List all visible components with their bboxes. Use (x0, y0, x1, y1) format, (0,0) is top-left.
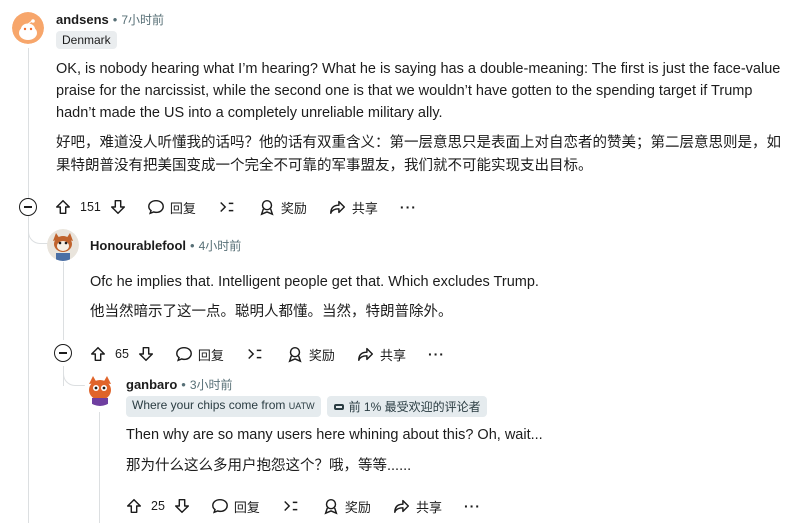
reply-button[interactable]: 回复 (211, 497, 260, 516)
reply-button[interactable]: 回复 (147, 198, 196, 217)
timestamp: 7小时前 (121, 13, 164, 27)
collapse-icon[interactable] (19, 198, 37, 216)
vote-count: 25 (151, 499, 165, 513)
avatar[interactable] (84, 374, 116, 406)
share-icon (329, 200, 345, 215)
share-button[interactable]: 共享 (329, 198, 378, 217)
share-link-button[interactable] (218, 198, 236, 216)
thread-line (99, 412, 100, 523)
thread-curve (63, 366, 85, 386)
share-button[interactable]: 共享 (393, 497, 442, 516)
more-options-button[interactable]: ··· (428, 346, 445, 362)
timestamp: 4小时前 (198, 239, 242, 253)
flair-tag: UATW (288, 401, 315, 411)
comment-text-zh: 他当然暗示了这一点。聪明人都懂。当然，特朗普除外。 (90, 304, 453, 320)
avatar[interactable] (12, 12, 44, 44)
commenter-badge-icon (333, 403, 344, 410)
top-commenter-badge: 前 1% 最受欢迎的评论者 (326, 396, 487, 417)
reply-icon (175, 346, 192, 362)
upvote-icon[interactable] (54, 198, 72, 216)
share-icon (358, 347, 373, 362)
upvote-icon[interactable] (125, 497, 143, 515)
thread-line (63, 262, 64, 340)
vote-count: 65 (115, 347, 129, 361)
share-button[interactable]: 共享 (357, 345, 406, 364)
comment-text-en: Then why are so many users here whining … (126, 427, 543, 443)
comment-text-zh: 那为什么这么多用户抱怨这个？哦，等等...... (126, 458, 412, 474)
share-link-button[interactable] (282, 497, 300, 515)
author-name[interactable]: andsens (56, 12, 109, 27)
share-icon (394, 499, 409, 514)
reply-button[interactable]: 回复 (175, 345, 224, 364)
award-button[interactable]: 奖励 (258, 198, 307, 217)
more-options-button[interactable]: ··· (464, 498, 481, 514)
comment-text-zh: 好吧，难道没人听懂我的话吗？他的话有双重含义：第一层意思只是表面上对自恋者的赞美… (56, 135, 781, 174)
downvote-icon[interactable] (109, 198, 127, 216)
share-link-icon (248, 348, 262, 360)
user-flair: Denmark (56, 31, 117, 49)
downvote-icon[interactable] (173, 497, 191, 515)
author-name[interactable]: Honourablefool (90, 238, 186, 253)
reply-icon (211, 498, 228, 514)
share-link-icon (284, 500, 298, 512)
thread-line (28, 48, 29, 200)
collapse-icon[interactable] (54, 344, 72, 362)
award-icon (260, 199, 274, 216)
award-button[interactable]: 奖励 (322, 497, 371, 516)
award-icon (324, 498, 338, 515)
share-link-icon (220, 201, 234, 213)
comment-text-en: OK, is nobody hearing what I’m hearing? … (56, 61, 781, 121)
avatar[interactable] (47, 229, 79, 261)
downvote-icon[interactable] (137, 345, 155, 363)
thread-line (28, 214, 29, 523)
author-name[interactable]: ganbaro (126, 377, 177, 392)
upvote-icon[interactable] (89, 345, 107, 363)
reply-icon (147, 199, 164, 215)
separator-dot: • (190, 238, 195, 253)
separator-dot: • (181, 377, 186, 392)
vote-count: 151 (80, 200, 101, 214)
more-options-button[interactable]: ··· (400, 199, 417, 215)
award-icon (288, 346, 302, 363)
share-link-button[interactable] (246, 345, 264, 363)
user-flair: Where your chips come from UATW (126, 396, 321, 417)
timestamp: 3小时前 (189, 378, 233, 392)
separator-dot: • (112, 12, 118, 27)
comment-text-en: Ofc he implies that. Intelligent people … (90, 274, 539, 290)
award-button[interactable]: 奖励 (286, 345, 335, 364)
